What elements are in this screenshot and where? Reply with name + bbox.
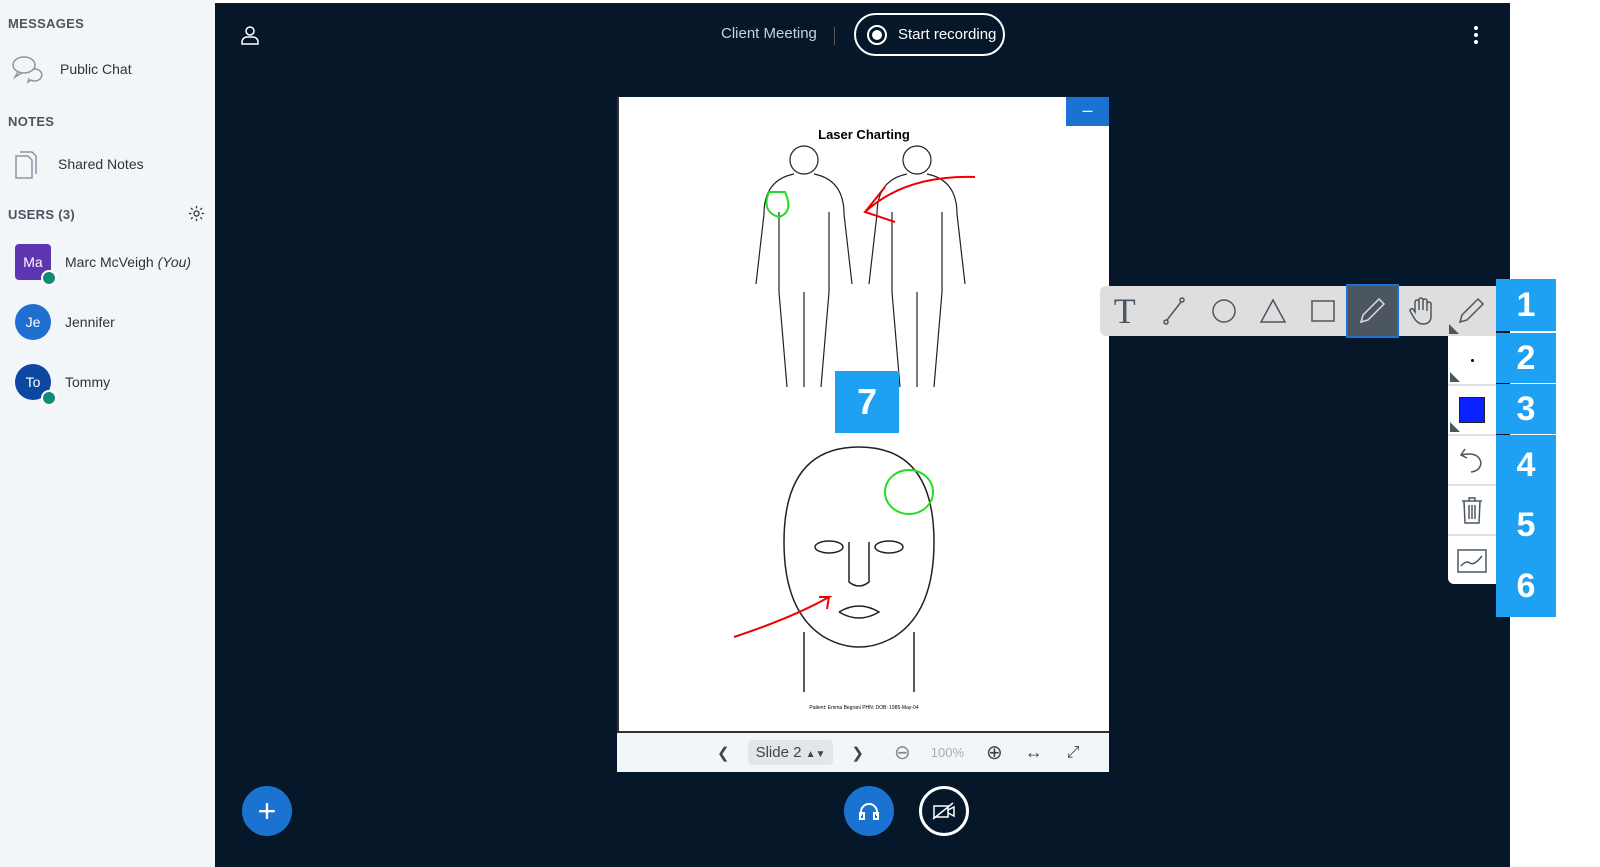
slide-select[interactable]: Slide 2 ▲▼: [747, 740, 834, 765]
public-chat-label: Public Chat: [60, 61, 132, 77]
headset-badge-icon: [41, 270, 57, 286]
user-name: Marc McVeigh: [65, 254, 154, 270]
pencil-menu-button[interactable]: [1447, 286, 1497, 336]
slide-footer: Patient: Emma Begrani PHN: DOB: 1985-May…: [809, 705, 919, 711]
shared-notes-label: Shared Notes: [58, 156, 144, 172]
zoom-out-icon[interactable]: ⊖: [894, 740, 911, 765]
ellipse-tool[interactable]: [1199, 286, 1249, 336]
headset-badge-icon: [41, 390, 57, 406]
slide[interactable]: Laser Charting Patient: Emma Begrani PHN…: [617, 97, 1109, 733]
gear-icon[interactable]: [188, 205, 205, 222]
user-icon[interactable]: [241, 25, 259, 45]
whiteboard-toolbar: T: [1100, 284, 1497, 338]
trash-icon: [1462, 497, 1482, 524]
color-swatch: [1459, 397, 1485, 423]
annotation-label-7: 7: [835, 371, 899, 433]
avatar: Je: [15, 304, 51, 340]
notes-heading: NOTES: [8, 114, 55, 129]
messages-heading: MESSAGES: [8, 16, 85, 31]
pencil-icon: [1459, 297, 1485, 324]
line-tool[interactable]: [1150, 286, 1200, 336]
presentation-area: Client Meeting Start recording Laser Cha…: [215, 3, 1510, 867]
fit-width-icon[interactable]: ↔: [1025, 742, 1043, 763]
pencil-tool[interactable]: [1345, 284, 1399, 338]
camera-off-icon: [932, 802, 955, 820]
face-chart-illustration: [733, 446, 935, 692]
user-name: Jennifer: [65, 314, 115, 330]
annotation-label-1: 1: [1496, 279, 1556, 331]
notes-icon: [15, 151, 37, 179]
hand-tool[interactable]: [1397, 286, 1447, 336]
chart-line-icon: [1457, 549, 1487, 573]
rectangle-tool[interactable]: [1298, 286, 1348, 336]
pencil-icon: [1360, 297, 1386, 324]
color-picker-button[interactable]: [1448, 386, 1496, 436]
previous-slide-button[interactable]: ❮: [717, 744, 730, 762]
line-icon: [1163, 297, 1185, 325]
users-heading: USERS (3): [8, 207, 75, 222]
avatar: Ma: [15, 244, 57, 286]
zoom-in-icon[interactable]: ⊕: [986, 740, 1003, 765]
slide-title: Laser Charting: [818, 127, 910, 142]
clear-all-button[interactable]: [1448, 486, 1496, 536]
thickness-dot-icon: [1470, 358, 1474, 362]
actions-plus-button[interactable]: +: [242, 786, 292, 836]
shared-notes-item[interactable]: Shared Notes: [10, 142, 210, 186]
minimize-presentation-button[interactable]: –: [1066, 97, 1109, 126]
headset-icon: [859, 803, 879, 820]
triangle-icon: [1259, 298, 1287, 323]
annotation-label-6: 6: [1496, 555, 1556, 617]
you-label: (You): [157, 254, 192, 270]
user-name: Tommy: [65, 374, 111, 390]
triangle-tool[interactable]: [1249, 286, 1299, 336]
sidebar: MESSAGES Public Chat NOTES Shared Notes …: [0, 0, 215, 867]
user-item-tommy[interactable]: To Tommy: [10, 360, 210, 406]
fullscreen-icon[interactable]: ⤢: [1067, 744, 1080, 762]
annotation-label-5: 5: [1496, 495, 1556, 555]
user-item-marc[interactable]: Ma Marc McVeigh (You): [10, 240, 210, 286]
multi-user-toggle-button[interactable]: [1448, 536, 1496, 586]
annotation-label-4: 4: [1496, 435, 1556, 495]
annotation-label-3: 3: [1496, 384, 1556, 434]
public-chat-item[interactable]: Public Chat: [10, 47, 210, 91]
whiteboard-side-menu: [1448, 336, 1496, 584]
next-slide-button[interactable]: ❯: [851, 744, 864, 762]
record-icon: [867, 24, 887, 45]
text-tool[interactable]: T: [1100, 286, 1150, 336]
audio-headset-button[interactable]: [844, 786, 894, 836]
hand-icon: [1409, 297, 1432, 325]
annotation-label-2: 2: [1496, 333, 1556, 383]
zoom-level: 100%: [930, 745, 965, 760]
body-chart-illustration: [755, 145, 976, 388]
undo-icon: [1459, 448, 1482, 473]
meeting-title: Client Meeting: [721, 25, 817, 42]
presentation-controls: ❮ Slide 2 ▲▼ ❯ ⊖ 100% ⊕ ↔ ⤢: [617, 733, 1109, 772]
ellipse-icon: [1212, 299, 1236, 323]
rectangle-icon: [1311, 300, 1335, 322]
video-camera-button[interactable]: [919, 786, 969, 836]
user-item-jennifer[interactable]: Je Jennifer: [10, 300, 210, 344]
undo-button[interactable]: [1448, 436, 1496, 486]
more-options-icon[interactable]: [1473, 25, 1479, 45]
avatar: To: [15, 364, 57, 406]
thickness-button[interactable]: [1448, 336, 1496, 386]
start-recording-button[interactable]: Start recording: [854, 13, 1005, 56]
chat-icon: [12, 56, 43, 84]
